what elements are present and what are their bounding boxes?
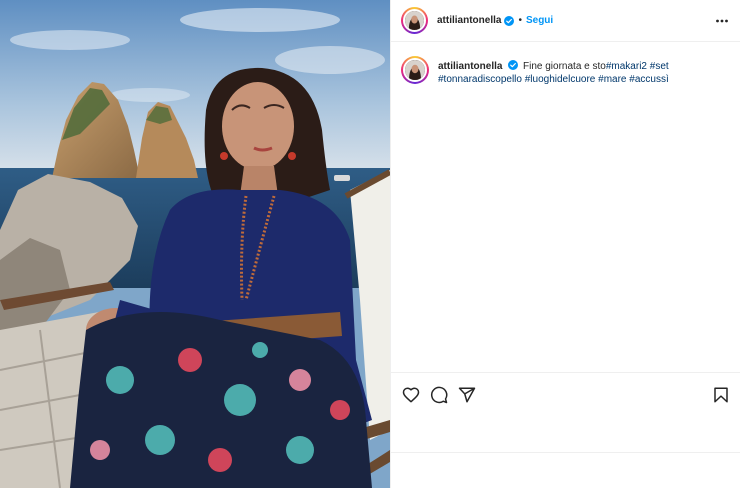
- caption-avatar[interactable]: [401, 56, 429, 84]
- avatar[interactable]: [401, 7, 428, 34]
- comment-icon: [431, 386, 448, 404]
- caption-username[interactable]: attiliantonella: [438, 61, 502, 72]
- photo-illustration: [0, 0, 390, 488]
- heart-icon: [402, 387, 420, 403]
- hashtag-link[interactable]: #tonnaradiscopello: [438, 74, 522, 85]
- like-button[interactable]: [402, 386, 420, 404]
- post-details-panel: attiliantonella • Segui attiliantonella: [390, 0, 740, 488]
- hashtag-link[interactable]: #mare: [598, 74, 626, 85]
- action-bar: [391, 372, 740, 416]
- post-username[interactable]: attiliantonella: [437, 15, 501, 26]
- hashtag-link[interactable]: #accussì: [629, 74, 668, 85]
- save-button[interactable]: [712, 386, 730, 404]
- post-header: attiliantonella • Segui: [391, 0, 740, 42]
- more-options-icon[interactable]: [715, 14, 729, 28]
- comment-button[interactable]: [430, 386, 448, 404]
- share-icon: [458, 387, 476, 403]
- hashtag-link[interactable]: #luoghidelcuore: [525, 74, 596, 85]
- post-caption: attiliantonella Fine giornata e sto#maka…: [401, 56, 731, 86]
- hashtag-link[interactable]: #makari2: [606, 61, 647, 72]
- separator-dot: •: [518, 15, 522, 26]
- avatar-image: [403, 58, 427, 82]
- verified-badge-icon: [504, 15, 515, 26]
- share-button[interactable]: [458, 386, 476, 404]
- bottom-divider: [391, 452, 740, 453]
- avatar-image: [403, 9, 426, 32]
- bookmark-icon: [714, 387, 728, 403]
- post-photo[interactable]: [0, 0, 390, 488]
- verified-badge-icon: [508, 60, 519, 70]
- instagram-post: attiliantonella • Segui attiliantonella: [0, 0, 740, 488]
- caption-body: Fine giornata e sto: [523, 61, 606, 72]
- caption-text: attiliantonella Fine giornata e sto#maka…: [438, 60, 678, 86]
- hashtag-link[interactable]: #set: [650, 61, 669, 72]
- follow-button[interactable]: Segui: [526, 15, 553, 26]
